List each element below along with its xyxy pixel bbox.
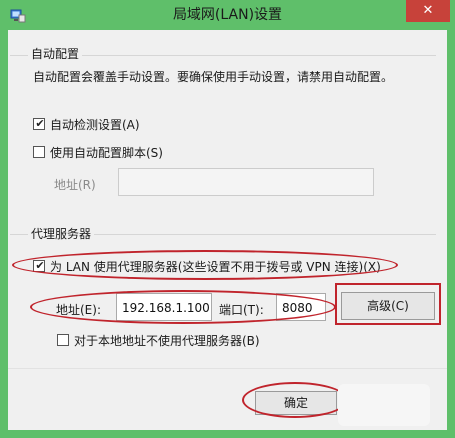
annotation-ring-proxy-address — [30, 290, 336, 324]
annotation-ring-ok — [242, 382, 348, 418]
script-address-label: 地址(R) — [54, 178, 96, 192]
proxy-group-title: 代理服务器 — [28, 225, 95, 242]
bypass-local-label: 对于本地地址不使用代理服务器(B) — [74, 334, 260, 348]
auto-detect-label: 自动检测设置(A) — [50, 118, 140, 132]
use-script-checkbox[interactable] — [33, 146, 45, 158]
script-address-input[interactable] — [118, 168, 374, 196]
dialog-body: 自动配置 自动配置会覆盖手动设置。要确保使用手动设置，请禁用自动配置。 ✔ 自动… — [8, 30, 447, 430]
footer-divider — [8, 368, 447, 369]
bypass-local-checkbox[interactable] — [57, 334, 69, 346]
close-button[interactable]: ✕ — [406, 0, 450, 22]
title-bar: 局域网(LAN)设置 ✕ — [0, 0, 455, 30]
advanced-button[interactable]: 高级(C) — [341, 292, 435, 320]
window-title: 局域网(LAN)设置 — [172, 7, 283, 23]
checkmark-icon: ✔ — [35, 117, 45, 130]
use-script-label: 使用自动配置脚本(S) — [50, 146, 163, 160]
annotation-ring-use-proxy — [12, 250, 398, 280]
lan-settings-window: 局域网(LAN)设置 ✕ 自动配置 自动配置会覆盖手动设置。要确保使用手动设置，… — [0, 0, 455, 438]
auto-config-description: 自动配置会覆盖手动设置。要确保使用手动设置，请禁用自动配置。 — [33, 70, 394, 84]
watermark-blur — [338, 384, 430, 426]
auto-detect-checkbox[interactable]: ✔ — [33, 117, 45, 130]
auto-config-group-title: 自动配置 — [28, 45, 83, 62]
close-icon: ✕ — [422, 3, 434, 18]
